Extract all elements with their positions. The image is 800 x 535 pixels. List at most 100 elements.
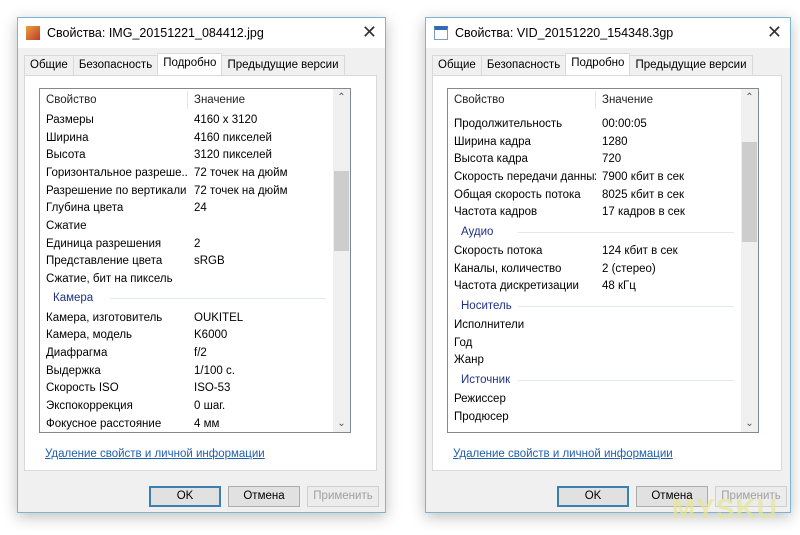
property-row[interactable]: Частота дискретизации 48 кГц	[448, 278, 758, 296]
property-name: Скорость потока	[454, 244, 543, 257]
group-header: Носитель	[448, 295, 758, 316]
property-name: Размеры	[46, 113, 94, 126]
property-row[interactable]: Исполнители	[448, 316, 758, 334]
property-name: Ширина	[46, 131, 89, 144]
property-row[interactable]: Высота кадра 720	[448, 150, 758, 168]
image-file-icon	[26, 26, 40, 40]
property-value: 1280	[602, 135, 628, 148]
tab-previous-versions[interactable]: Предыдущие версии	[221, 55, 345, 75]
property-row[interactable]: Год	[448, 334, 758, 352]
scroll-up-arrow-icon[interactable]: ⌃	[741, 89, 758, 106]
property-row[interactable]: Горизонтальное разреше... 72 точек на дюй…	[40, 164, 350, 182]
tab-previous-versions[interactable]: Предыдущие версии	[629, 55, 753, 75]
property-row[interactable]: Единица разрешения 2	[40, 235, 350, 253]
property-value: 48 кГц	[602, 280, 636, 293]
property-row[interactable]: Скорость передачи данных 7900 кбит в сек	[448, 168, 758, 186]
property-row[interactable]: Общая скорость потока 8025 кбит в сек	[448, 186, 758, 204]
property-name: Сжатие	[46, 219, 87, 232]
column-header-property[interactable]: Свойство	[40, 91, 188, 109]
property-value: 2 (стерео)	[602, 262, 656, 275]
tab-bar: Общие Безопасность Подробно Предыдущие верс…	[432, 53, 753, 75]
properties-list[interactable]: Свойство Значение Размеры 4160 x 3120 Шири…	[39, 88, 351, 433]
property-row[interactable]: Частота кадров 17 кадров в сек	[448, 203, 758, 221]
close-button[interactable]: ✕	[767, 22, 782, 43]
property-name: Исполнители	[454, 319, 525, 332]
property-name: Скорость ISO	[46, 382, 119, 395]
property-row[interactable]: Выдержка 1/100 с.	[40, 362, 350, 380]
scroll-down-arrow-icon[interactable]: ⌄	[741, 415, 758, 432]
property-row[interactable]: Представление цвета sRGB	[40, 253, 350, 271]
property-name: Диафрагма	[46, 347, 108, 360]
property-value: 7900 кбит в сек	[602, 170, 685, 183]
property-value: 2	[194, 237, 201, 250]
property-value: 720	[602, 153, 622, 166]
property-row[interactable]: Фокусное расстояние 4 мм	[40, 415, 350, 432]
scrollbar-thumb[interactable]	[742, 142, 757, 242]
group-header: Источник	[448, 369, 758, 390]
column-header-property[interactable]: Свойство	[448, 91, 596, 109]
remove-properties-link[interactable]: Удаление свойств и личной информации	[453, 448, 673, 460]
property-value: f/2	[194, 347, 207, 360]
property-name: Жанр	[454, 354, 484, 367]
property-row[interactable]: Режиссер	[448, 390, 758, 408]
property-name: Сжатие, бит на пиксель	[46, 273, 173, 286]
property-row[interactable]: Продолжительность 00:00:05	[448, 115, 758, 133]
property-name: Экспокоррекция	[46, 400, 133, 413]
window-title: Свойства: VID_20151220_154348.3gp	[455, 26, 674, 40]
property-value: K6000	[194, 329, 228, 342]
property-row[interactable]: Сжатие	[40, 217, 350, 235]
property-row[interactable]: Скорость ISO ISO-53	[40, 380, 350, 398]
property-name: Высота кадра	[454, 153, 528, 166]
property-value: 4160 x 3120	[194, 113, 258, 126]
property-row[interactable]: Высота 3120 пикселей	[40, 146, 350, 164]
property-row[interactable]: Ширина 4160 пикселей	[40, 129, 350, 147]
property-name: Фокусное расстояние	[46, 417, 162, 430]
ok-button[interactable]: OK	[557, 486, 629, 507]
property-row[interactable]: Разрешение по вертикали 72 точек на дюйм	[40, 182, 350, 200]
property-value: 17 кадров в сек	[602, 206, 685, 219]
scrollbar-thumb[interactable]	[334, 171, 349, 251]
tab-details[interactable]: Подробно	[157, 53, 223, 75]
property-row[interactable]: Глубина цвета 24	[40, 199, 350, 217]
close-button[interactable]: ✕	[362, 22, 377, 43]
property-row[interactable]: Камера, модель K6000	[40, 327, 350, 345]
vertical-scrollbar[interactable]: ⌃ ⌄	[741, 89, 758, 432]
watermark: MYSKU	[671, 493, 778, 524]
tab-bar: Общие Безопасность Подробно Предыдущие верс…	[24, 53, 345, 75]
scroll-up-arrow-icon[interactable]: ⌃	[333, 89, 350, 106]
property-row[interactable]: Каналы, количество 2 (стерео)	[448, 260, 758, 278]
cancel-button[interactable]: Отмена	[228, 486, 300, 507]
property-value: 4 мм	[194, 417, 220, 430]
tab-details[interactable]: Подробно	[565, 53, 631, 75]
property-row[interactable]: Сжатие, бит на пиксель	[40, 270, 350, 288]
tab-security[interactable]: Безопасность	[72, 55, 159, 75]
property-row[interactable]: Продюсер	[448, 408, 758, 426]
tab-general[interactable]: Общие	[432, 55, 482, 75]
property-row[interactable]: Жанр	[448, 352, 758, 370]
property-name: Представление цвета	[46, 255, 163, 268]
properties-dialog-image: Свойства: IMG_20151221_084412.jpg ✕ Общи…	[17, 17, 386, 513]
group-header: Аудио	[448, 221, 758, 242]
property-row[interactable]: Скорость потока 124 кбит в сек	[448, 242, 758, 260]
tab-general[interactable]: Общие	[24, 55, 74, 75]
property-row[interactable]: Ширина кадра 1280	[448, 133, 758, 151]
property-name: Единица разрешения	[46, 237, 162, 250]
property-row[interactable]: Размеры 4160 x 3120	[40, 111, 350, 129]
property-row[interactable]: Экспокоррекция 0 шаг.	[40, 397, 350, 415]
vertical-scrollbar[interactable]: ⌃ ⌄	[333, 89, 350, 432]
ok-button[interactable]: OK	[149, 486, 221, 507]
column-header-value[interactable]: Значение	[596, 94, 758, 106]
column-header-value[interactable]: Значение	[188, 94, 350, 106]
properties-list[interactable]: Свойство Значение Продолжительность 00:00…	[447, 88, 759, 433]
property-value: 8025 кбит в сек	[602, 188, 685, 201]
property-name: Камера, модель	[46, 329, 133, 342]
property-value: 3120 пикселей	[194, 149, 272, 162]
title-bar: Свойства: IMG_20151221_084412.jpg	[18, 18, 385, 48]
window-title: Свойства: IMG_20151221_084412.jpg	[47, 26, 264, 40]
property-row[interactable]: Камера, изготовитель OUKITEL	[40, 309, 350, 327]
remove-properties-link[interactable]: Удаление свойств и личной информации	[45, 448, 265, 460]
scroll-down-arrow-icon[interactable]: ⌄	[333, 415, 350, 432]
apply-button[interactable]: Применить	[307, 486, 379, 507]
property-row[interactable]: Диафрагма f/2	[40, 344, 350, 362]
tab-security[interactable]: Безопасность	[480, 55, 567, 75]
